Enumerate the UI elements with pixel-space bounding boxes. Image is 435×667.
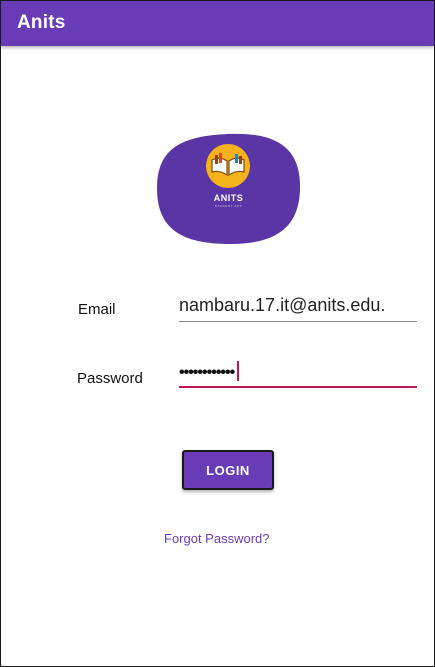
text-cursor <box>237 361 240 381</box>
password-value: •••••••••••• <box>179 364 235 382</box>
app-screen: Anits ANITS STUDENT APP Email nambaru.17… <box>0 0 435 667</box>
logo-subtitle: STUDENT APP <box>214 204 243 208</box>
logo-badge <box>157 133 301 244</box>
password-field[interactable]: •••••••••••• <box>179 361 417 388</box>
forgot-password-link[interactable]: Forgot Password? <box>164 531 270 546</box>
password-label: Password <box>77 370 143 387</box>
email-label: Email <box>78 301 116 318</box>
app-title: Anits <box>17 12 66 33</box>
app-bar: Anits <box>1 1 434 46</box>
email-field[interactable]: nambaru.17.it@anits.edu. <box>179 295 417 322</box>
app-logo: ANITS STUDENT APP <box>156 132 301 245</box>
book-icon <box>206 144 250 188</box>
logo-title: ANITS <box>213 193 244 203</box>
password-value-wrap: •••••••••••• <box>179 361 240 383</box>
login-button[interactable]: LOGIN <box>182 450 274 490</box>
